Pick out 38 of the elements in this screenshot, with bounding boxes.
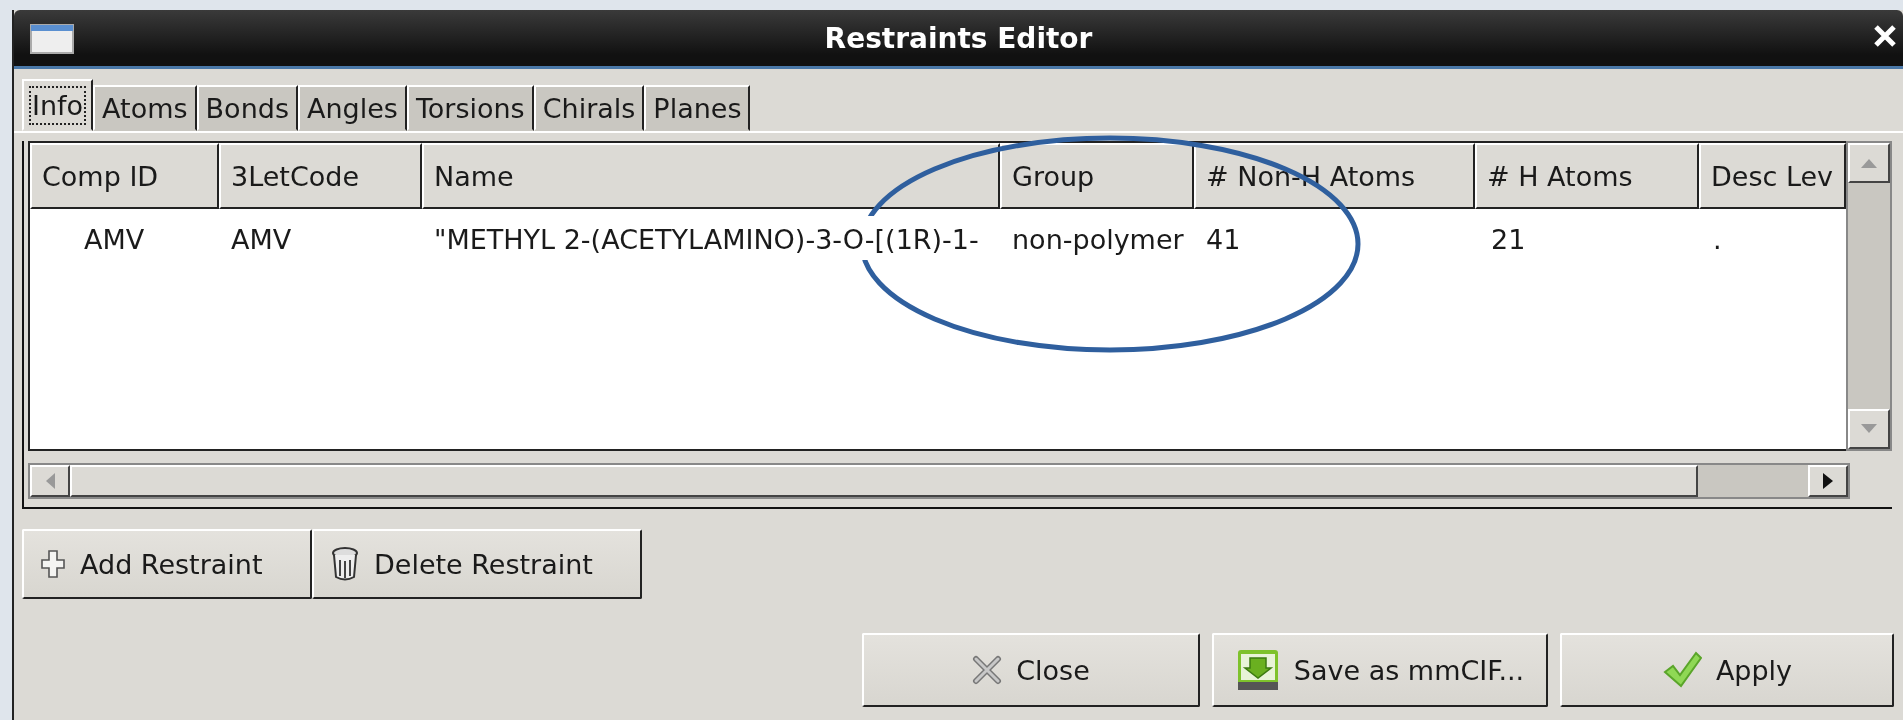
left-arrow-icon bbox=[44, 472, 56, 490]
horizontal-scrollbar[interactable] bbox=[28, 463, 1850, 499]
save-button[interactable]: Save as mmCIF... bbox=[1212, 633, 1548, 707]
table-cell: non-polymer bbox=[1012, 223, 1184, 255]
tab[interactable]: Chirals bbox=[533, 85, 645, 131]
column-header[interactable]: 3LetCode bbox=[219, 143, 422, 209]
apply-button[interactable]: Apply bbox=[1560, 633, 1894, 707]
tab[interactable]: Angles bbox=[297, 85, 407, 131]
right-arrow-icon bbox=[1822, 472, 1834, 490]
checkmark-icon bbox=[1661, 650, 1702, 690]
column-header[interactable]: Name bbox=[422, 143, 1000, 209]
window-icon bbox=[30, 24, 74, 54]
tab[interactable]: Atoms bbox=[93, 85, 197, 131]
add-restraint-button[interactable]: Add Restraint bbox=[22, 529, 312, 599]
tab[interactable]: Bonds bbox=[196, 85, 298, 131]
column-header[interactable]: Comp ID bbox=[30, 143, 219, 209]
down-arrow-icon bbox=[1860, 423, 1878, 435]
save-drive-icon bbox=[1235, 648, 1280, 692]
up-arrow-icon bbox=[1860, 157, 1878, 169]
table-cell: 21 bbox=[1491, 223, 1526, 255]
table-cell: "METHYL 2-(ACETYLAMINO)-3-O-[(1R)-1- bbox=[434, 223, 979, 255]
table-cell: AMV bbox=[231, 223, 292, 255]
plus-icon bbox=[40, 549, 66, 579]
column-header[interactable]: Desc Lev bbox=[1699, 143, 1846, 209]
window-title: Restraints Editor bbox=[823, 21, 1094, 55]
column-header[interactable]: # H Atoms bbox=[1475, 143, 1699, 209]
table-cell: 41 bbox=[1206, 223, 1241, 255]
tab[interactable]: Planes bbox=[644, 85, 751, 131]
close-button[interactable]: Close bbox=[862, 633, 1200, 707]
close-icon bbox=[972, 655, 1003, 685]
column-header[interactable]: Group bbox=[1000, 143, 1194, 209]
trash-can-icon bbox=[330, 546, 360, 582]
delete-restraint-button[interactable]: Delete Restraint bbox=[312, 529, 642, 599]
tab[interactable]: Torsions bbox=[406, 85, 534, 131]
table-cell: . bbox=[1713, 223, 1722, 255]
tab[interactable]: Info bbox=[22, 79, 94, 131]
vertical-scrollbar[interactable] bbox=[1846, 141, 1892, 451]
table-cell: AMV bbox=[84, 223, 145, 255]
